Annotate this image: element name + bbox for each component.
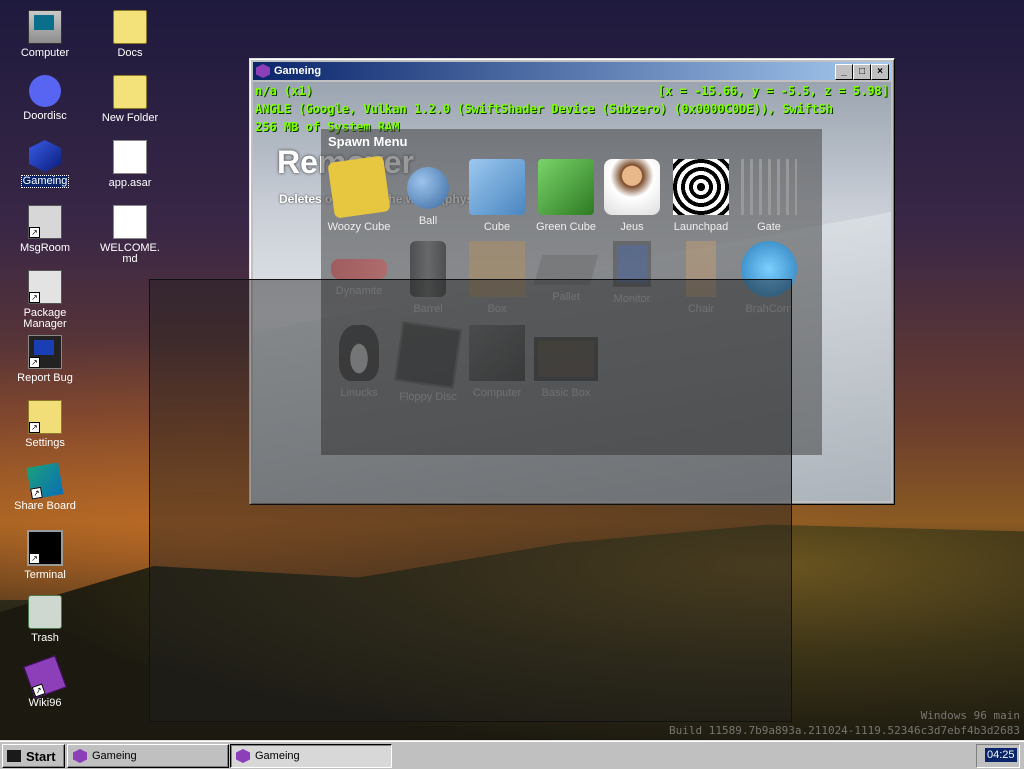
hud-fps: n/a (x1) (255, 84, 313, 98)
gate-icon (741, 159, 797, 215)
desktop-icon-label: Gameing (20, 175, 70, 188)
file-icon (113, 140, 147, 174)
start-label: Start (26, 749, 56, 764)
window-title: Gameing (274, 65, 322, 77)
desktop-icon-label: Trash (31, 632, 59, 644)
shortcut-arrow-icon: ↗ (29, 357, 40, 368)
desktop-icon-label: Docs (117, 47, 143, 59)
gameing-icon (236, 749, 250, 763)
desktop-icon-label: WELCOME.md (100, 242, 160, 265)
spawn-item-green-cube[interactable]: Green Cube (532, 159, 600, 233)
spawn-item-label: Gate (757, 221, 781, 233)
shortcut-arrow-icon: ↗ (29, 553, 40, 564)
start-logo-icon (7, 750, 21, 762)
shortcut-arrow-icon: ↗ (29, 227, 40, 238)
spawn-item-label: Launchpad (673, 221, 729, 233)
spawn-item-label: Green Cube (536, 221, 596, 233)
markdown-file-icon (113, 205, 147, 239)
taskbar-item-gameing[interactable]: Gameing (67, 744, 229, 768)
woozy-cube-icon (327, 155, 391, 219)
settings-icon: ↗ (28, 400, 62, 434)
taskbar: Start Gameing Gameing 04:25 (0, 740, 1024, 769)
desktop-icon-msgroom[interactable]: ↗ MsgRoom (7, 205, 83, 254)
shortcut-arrow-icon: ↗ (29, 292, 40, 303)
desktop-icon-settings[interactable]: ↗ Settings (7, 400, 83, 449)
desktop-icon-welcome-md[interactable]: WELCOME.md (92, 205, 168, 265)
gameing-icon (73, 749, 87, 763)
desktop-icon-label: Package Manager (23, 307, 67, 330)
clock[interactable]: 04:25 (985, 748, 1017, 762)
spawn-item-gate[interactable]: Gate (735, 159, 803, 233)
desktop-icon-label: New Folder (101, 112, 159, 124)
spawn-menu-title: Spawn Menu (328, 134, 408, 149)
build-line-number: Build 11589.7b9a893a.211024-1119.52346c3… (669, 724, 1020, 737)
desktop-icon-label: Doordisc (23, 110, 67, 122)
desktop-icon-label: Report Bug (17, 372, 73, 384)
desktop-icon-label: Wiki96 (28, 697, 62, 709)
desktop-icon-label: Terminal (24, 569, 66, 581)
spawn-item-cube[interactable]: Cube (463, 159, 531, 233)
shortcut-arrow-icon: ↗ (30, 486, 43, 500)
desktop-icon-gameing[interactable]: Gameing (7, 140, 83, 188)
dynamite-icon (331, 259, 387, 279)
trash-icon (28, 595, 62, 629)
gameing-icon (29, 140, 61, 172)
shortcut-arrow-icon: ↗ (31, 683, 46, 698)
spawn-item-label: Ball (418, 215, 438, 227)
jeus-icon (604, 159, 660, 215)
green-cube-icon (538, 159, 594, 215)
selection-rectangle (149, 279, 792, 722)
desktop-icon-package-manager[interactable]: ↗ Package Manager (7, 270, 83, 330)
desktop-icon-doordisc[interactable]: Doordisc (7, 75, 83, 122)
folder-icon (113, 75, 147, 109)
hud-renderer: ANGLE (Google, Vulkan 1.2.0 (SwiftShader… (255, 102, 833, 116)
desktop-icon-report-bug[interactable]: ↗ Report Bug (7, 335, 83, 384)
desktop-icon-terminal[interactable]: ↗ Terminal (7, 530, 83, 581)
taskbar-item-label: Gameing (92, 750, 137, 762)
desktop-icon-label: MsgRoom (19, 242, 71, 254)
maximize-button[interactable]: □ (853, 64, 871, 80)
desktop-icon-trash[interactable]: Trash (7, 595, 83, 644)
shortcut-arrow-icon: ↗ (29, 422, 40, 433)
desktop-icon-app-asar[interactable]: app.asar (92, 140, 168, 189)
spawn-item-jeus[interactable]: Jeus (598, 159, 666, 233)
desktop-icon-label: Settings (25, 437, 65, 449)
desktop-icon-label: app.asar (108, 177, 152, 189)
spawn-item-launchpad[interactable]: Launchpad (667, 159, 735, 233)
launchpad-icon (673, 159, 729, 215)
window-titlebar[interactable]: Gameing _ □ × (253, 62, 891, 80)
msgroom-icon: ↗ (28, 205, 62, 239)
computer-icon (28, 10, 62, 44)
spawn-item-woozy-cube[interactable]: Woozy Cube (325, 155, 393, 233)
taskbar-item-label: Gameing (255, 750, 300, 762)
share-board-icon: ↗ (26, 462, 64, 500)
close-button[interactable]: × (871, 64, 889, 80)
desktop-icon-share-board[interactable]: ↗ Share Board (7, 462, 83, 512)
taskbar-item-gameing-active[interactable]: Gameing (230, 744, 392, 768)
spawn-item-label: Cube (483, 221, 511, 233)
spawn-item-ball[interactable]: Ball (394, 159, 462, 227)
start-button[interactable]: Start (2, 744, 65, 768)
spawn-item-label: Jeus (620, 221, 644, 233)
folder-icon (113, 10, 147, 44)
package-icon: ↗ (28, 270, 62, 304)
desktop-icon-label: Computer (20, 47, 70, 59)
system-tray: 04:25 (976, 744, 1020, 768)
desktop-icon-label: Share Board (14, 500, 76, 512)
terminal-icon: ↗ (27, 530, 63, 566)
ball-icon (407, 167, 449, 209)
minimize-button[interactable]: _ (835, 64, 853, 80)
desktop-icon-wiki96[interactable]: ↗ Wiki96 (7, 655, 83, 709)
spawn-item-label: Woozy Cube (327, 221, 391, 233)
bug-report-icon: ↗ (28, 335, 62, 369)
desktop-icon-docs[interactable]: Docs (92, 10, 168, 59)
wiki-icon: ↗ (23, 655, 67, 699)
desktop-icon-new-folder[interactable]: New Folder (92, 75, 168, 124)
hud-coordinates: [x = -15.66, y = -5.5, z = 5.98] (657, 84, 889, 98)
cube-icon (469, 159, 525, 215)
gameing-icon (256, 64, 270, 78)
discord-icon (29, 75, 61, 107)
desktop-icon-computer[interactable]: Computer (7, 10, 83, 59)
